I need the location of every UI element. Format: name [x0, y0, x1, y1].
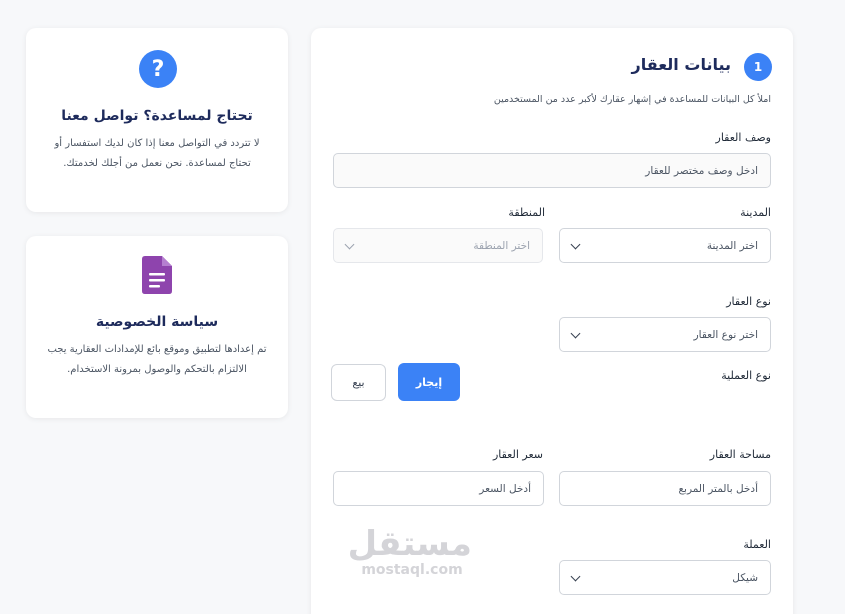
- city-label: المدينة: [740, 206, 771, 219]
- region-label: المنطقة: [508, 206, 545, 219]
- area-placeholder: أدخل بالمتر المربع: [678, 482, 758, 495]
- property-type-select[interactable]: اختر نوع العقار: [559, 317, 771, 352]
- property-type-label: نوع العقار: [726, 295, 771, 308]
- section-subtitle: املأ كل البيانات للمساعدة في إشهار عقارك…: [493, 94, 771, 105]
- chevron-down-icon: [570, 328, 581, 339]
- privacy-card: سياسة الخصوصية تم إعدادها لتطبيق وموقع ب…: [26, 236, 288, 418]
- help-card: ? تحتاج لمساعدة؟ تواصل معنا لا تتردد في …: [26, 28, 288, 212]
- price-label: سعر العقار: [492, 448, 543, 461]
- privacy-card-title: سياسة الخصوصية: [95, 314, 219, 330]
- step-badge: 1: [744, 53, 772, 81]
- chevron-down-icon: [570, 571, 581, 582]
- privacy-card-text: تم إعدادها لتطبيق وموقع بائع للإمدادات ا…: [47, 344, 267, 375]
- property-form-card: 1 بيانات العقار املأ كل البيانات للمساعد…: [311, 28, 793, 614]
- help-card-title: تحتاج لمساعدة؟ تواصل معنا: [61, 108, 253, 124]
- city-select[interactable]: اختر المدينة: [559, 228, 771, 263]
- description-label: وصف العقار: [715, 131, 771, 144]
- chevron-down-icon: [344, 239, 355, 250]
- city-select-value: اختر المدينة: [706, 239, 758, 252]
- area-input[interactable]: أدخل بالمتر المربع: [559, 471, 771, 506]
- rent-option-button[interactable]: إيجار: [398, 363, 460, 401]
- section-title: بيانات العقار: [631, 55, 731, 74]
- question-icon: ?: [139, 50, 177, 88]
- description-placeholder: ادخل وصف مختصر للعقار: [645, 164, 758, 177]
- price-input[interactable]: أدخل السعر: [333, 471, 544, 506]
- document-icon: [142, 256, 172, 294]
- price-placeholder: أدخل السعر: [479, 482, 531, 495]
- description-input[interactable]: ادخل وصف مختصر للعقار: [333, 153, 771, 188]
- region-select[interactable]: اختر المنطقة: [333, 228, 543, 263]
- chevron-down-icon: [570, 239, 581, 250]
- currency-select-value: شيكل: [732, 571, 758, 584]
- help-card-text: لا تتردد في التواصل معنا إذا كان لديك اس…: [54, 138, 260, 169]
- region-select-value: اختر المنطقة: [473, 239, 530, 252]
- property-type-select-value: اختر نوع العقار: [693, 328, 758, 341]
- currency-label: العملة: [743, 538, 771, 551]
- operation-type-label: نوع العملية: [721, 369, 771, 382]
- currency-select[interactable]: شيكل: [559, 560, 771, 595]
- sale-option-button[interactable]: بيع: [331, 364, 386, 401]
- area-label: مساحة العقار: [709, 448, 771, 461]
